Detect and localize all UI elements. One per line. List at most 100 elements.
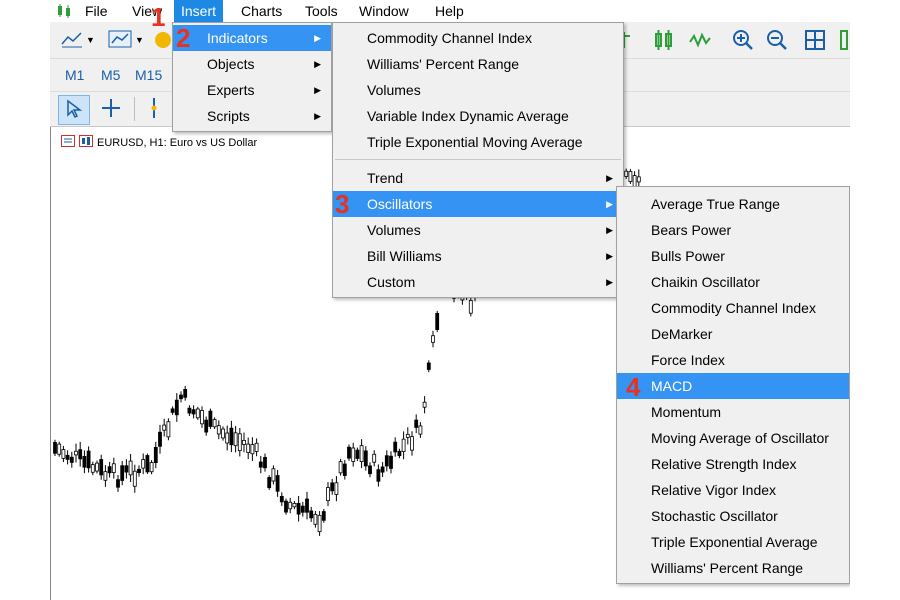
terminal-window: File View Insert Charts Tools Window Hel…: [50, 0, 850, 600]
indicator-group-label: Oscillators: [367, 196, 433, 212]
candle-body: [111, 463, 116, 473]
indicator-group-custom[interactable]: Custom ▶: [333, 269, 623, 295]
candle-body: [384, 455, 389, 467]
candle-body: [338, 461, 343, 474]
candle-body: [65, 454, 70, 460]
candlestick-chart-icon[interactable]: [650, 28, 678, 52]
candle-body: [74, 450, 78, 456]
candle-body: [372, 453, 377, 463]
candle-body: [347, 446, 351, 459]
candle-body: [330, 482, 335, 492]
insert-menu-item-scripts[interactable]: Scripts ▶: [173, 103, 331, 129]
candle-body: [368, 465, 372, 475]
candle-body: [326, 487, 330, 502]
tile-windows-icon[interactable]: [802, 28, 828, 52]
oscillators-menu: Average True Range Bears Power Bulls Pow…: [616, 186, 850, 584]
crosshair-icon: [100, 97, 122, 122]
toolbar-divider: [134, 97, 135, 121]
menu-charts[interactable]: Charts: [234, 0, 289, 22]
crosshair-tool-button[interactable]: [96, 95, 126, 123]
candle-body: [158, 431, 162, 447]
indicator-item[interactable]: Triple Exponential Moving Average: [333, 129, 623, 155]
indicators-menu: Commodity Channel Index Williams' Percen…: [332, 22, 624, 298]
oscillator-item[interactable]: Force Index: [617, 347, 849, 373]
oscillator-item[interactable]: Moving Average of Oscillator: [617, 425, 849, 451]
indicator-item[interactable]: Commodity Channel Index: [333, 25, 623, 51]
oscillator-item[interactable]: Stochastic Oscillator: [617, 503, 849, 529]
indicator-group-trend[interactable]: Trend ▶: [333, 165, 623, 191]
indicator-group-volumes[interactable]: Volumes ▶: [333, 217, 623, 243]
chevron-right-icon: ▶: [606, 225, 613, 235]
vertical-line-tool-button[interactable]: [142, 95, 166, 123]
vertical-line-icon: [149, 97, 159, 122]
zoom-out-icon[interactable]: [764, 28, 790, 52]
oscillator-item[interactable]: Momentum: [617, 399, 849, 425]
menu-window[interactable]: Window: [352, 0, 416, 22]
chevron-right-icon: ▶: [314, 59, 321, 69]
indicator-item[interactable]: Volumes: [333, 77, 623, 103]
indicator-group-oscillators[interactable]: Oscillators ▶: [333, 191, 623, 217]
cursor-tool-button[interactable]: [58, 95, 90, 125]
step-marker-2: 2: [176, 23, 191, 53]
candle-body: [145, 455, 150, 473]
candle-body: [233, 432, 238, 447]
candle-body: [128, 460, 133, 476]
candle-body: [305, 498, 309, 513]
menu-insert[interactable]: Insert: [174, 0, 224, 22]
indicator-item[interactable]: Variable Index Dynamic Average: [333, 103, 623, 129]
insert-menu-label: Indicators: [207, 30, 268, 46]
indicator-group-bill-williams[interactable]: Bill Williams ▶: [333, 243, 623, 269]
candle-body: [204, 419, 209, 433]
oscillator-item[interactable]: Average True Range: [617, 191, 849, 217]
menu-help[interactable]: Help: [428, 0, 471, 22]
candle-body: [351, 447, 356, 462]
cursor-arrow-icon: [65, 99, 83, 122]
oscillator-item[interactable]: Bulls Power: [617, 243, 849, 269]
oscillator-item[interactable]: Williams' Percent Range: [617, 555, 849, 581]
candle-body: [263, 457, 267, 469]
toolbar-partial-icon[interactable]: [838, 28, 850, 52]
indicator-group-label: Bill Williams: [367, 248, 442, 264]
candle-body: [120, 465, 125, 481]
oscillator-item[interactable]: Triple Exponential Average: [617, 529, 849, 555]
oscillator-item[interactable]: Bears Power: [617, 217, 849, 243]
candle-body: [195, 408, 200, 419]
insert-menu-item-indicators[interactable]: Indicators ▶: [173, 25, 331, 51]
oscillator-item[interactable]: Relative Vigor Index: [617, 477, 849, 503]
oscillator-item-macd[interactable]: MACD: [617, 373, 849, 399]
candle-body: [183, 388, 188, 398]
candle-body: [309, 510, 314, 519]
timeframe-m1[interactable]: M1: [65, 67, 84, 83]
line-chart-icon: [61, 30, 83, 51]
candle-body: [170, 408, 175, 413]
candle-body: [389, 455, 393, 469]
menu-tools[interactable]: Tools: [298, 0, 345, 22]
candle-body: [116, 479, 120, 488]
candle-body: [225, 432, 230, 444]
insert-menu-item-experts[interactable]: Experts ▶: [173, 77, 331, 103]
candle-body: [313, 513, 318, 525]
candle-body: [221, 428, 225, 439]
chevron-right-icon: ▶: [606, 277, 613, 287]
menu-file[interactable]: File: [78, 0, 115, 22]
indicator-item[interactable]: Williams' Percent Range: [333, 51, 623, 77]
oscillator-item[interactable]: DeMarker: [617, 321, 849, 347]
candle-body: [174, 399, 179, 416]
timeframe-m5[interactable]: M5: [101, 67, 120, 83]
insert-menu-item-objects[interactable]: Objects ▶: [173, 51, 331, 77]
candle-body: [334, 482, 339, 495]
candle-body: [141, 459, 146, 469]
candle-body: [57, 443, 62, 455]
candle-body: [271, 468, 276, 482]
chart-window-icon: [108, 29, 132, 52]
zoom-in-icon[interactable]: [730, 28, 756, 52]
line-chart-dropdown-button[interactable]: ▼: [58, 28, 98, 52]
timeframe-m15[interactable]: M15: [135, 67, 162, 83]
oscillator-item[interactable]: Relative Strength Index: [617, 451, 849, 477]
chevron-right-icon: ▶: [606, 173, 613, 183]
line-chart-type-icon[interactable]: [686, 28, 714, 52]
chart-template-dropdown-button[interactable]: ▼: [104, 28, 148, 52]
oscillator-item[interactable]: Commodity Channel Index: [617, 295, 849, 321]
oscillator-item[interactable]: Chaikin Oscillator: [617, 269, 849, 295]
coin-icon[interactable]: [154, 30, 172, 50]
